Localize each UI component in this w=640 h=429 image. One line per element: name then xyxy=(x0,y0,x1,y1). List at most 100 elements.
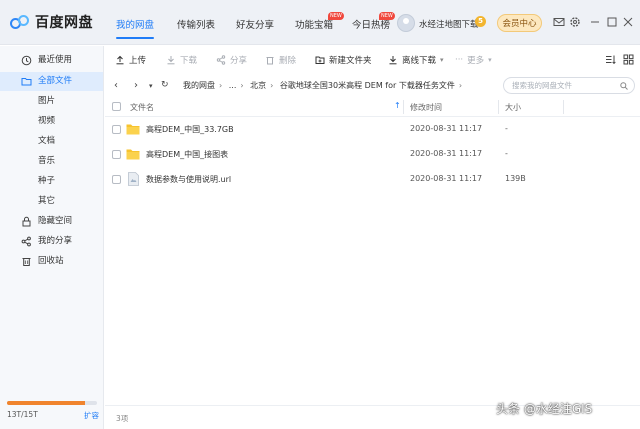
search-icon[interactable] xyxy=(620,82,628,90)
download-label: 下载 xyxy=(180,56,198,66)
sidebar-item-all-files[interactable]: 全部文件 xyxy=(0,72,103,91)
file-size: - xyxy=(505,124,508,133)
sidebar-item-images[interactable]: 图片 xyxy=(0,92,103,111)
sidebar-item-my-shares[interactable]: 我的分享 xyxy=(0,232,103,251)
sidebar-item-label: 音乐 xyxy=(38,156,56,166)
select-all-checkbox[interactable] xyxy=(112,102,121,111)
search-box[interactable] xyxy=(503,77,635,94)
minimize-icon[interactable] xyxy=(589,16,601,28)
sidebar-item-videos[interactable]: 视频 xyxy=(0,112,103,131)
file-size: 139B xyxy=(505,174,526,183)
expand-storage-link[interactable]: 扩容 xyxy=(84,410,99,421)
sidebar-item-recycle-bin[interactable]: 回收站 xyxy=(0,252,103,271)
app-name: 百度网盘 xyxy=(35,15,93,31)
sidebar-item-torrents[interactable]: 种子 xyxy=(0,172,103,191)
tab-friend-share[interactable]: 好友分享 xyxy=(236,17,274,31)
breadcrumb: 我的网盘 › ... › 北京 › 谷歌地球全国30米高程 DEM for 下载器任务… xyxy=(183,80,466,91)
share-button[interactable]: 分享 xyxy=(216,54,247,66)
trash-icon xyxy=(266,57,274,65)
grid-view-icon[interactable] xyxy=(623,54,634,65)
column-header-size[interactable]: 大小 xyxy=(505,102,521,113)
username[interactable]: 水经注地图下载 xyxy=(419,18,479,30)
sidebar-item-label: 文档 xyxy=(38,136,56,146)
sidebar-item-label: 回收站 xyxy=(38,256,64,266)
watermark-text: 头条 @水经注GIS xyxy=(496,402,593,416)
file-modified-time: 2020-08-31 11:17 xyxy=(410,124,483,133)
trash-icon xyxy=(22,258,31,266)
breadcrumb-bar: ‹ › ▾ ↻ 我的网盘 › ... › 北京 › 谷歌地球全国30米高程 DEM f… xyxy=(105,75,640,97)
sidebar-item-documents[interactable]: 文档 xyxy=(0,132,103,151)
file-modified-time: 2020-08-31 11:17 xyxy=(410,149,483,158)
search-input[interactable] xyxy=(504,78,620,93)
file-size: - xyxy=(505,149,508,158)
app-logo[interactable]: 百度网盘 xyxy=(10,12,93,32)
table-row[interactable]: 高程DEM_中国_33.7GB 2020-08-31 11:17 - xyxy=(105,117,640,142)
breadcrumb-separator: › xyxy=(270,81,274,90)
avatar[interactable] xyxy=(397,14,415,32)
breadcrumb-item[interactable]: ... xyxy=(229,81,237,90)
mail-icon[interactable] xyxy=(553,16,565,28)
vip-center-button[interactable]: 会员中心 xyxy=(497,14,542,32)
back-arrow-icon[interactable]: ‹ xyxy=(114,80,118,91)
row-checkbox[interactable] xyxy=(112,125,121,134)
sidebar-item-label: 视频 xyxy=(38,116,56,126)
sidebar-item-label: 全部文件 xyxy=(38,76,73,86)
delete-label: 删除 xyxy=(279,56,297,66)
sidebar-item-label: 最近使用 xyxy=(38,55,73,65)
folder-icon xyxy=(21,78,32,86)
upload-label: 上传 xyxy=(129,56,147,66)
row-checkbox[interactable] xyxy=(112,150,121,159)
sidebar-item-label: 其它 xyxy=(38,196,56,206)
clock-icon xyxy=(21,55,32,66)
breadcrumb-item[interactable]: 北京 xyxy=(250,81,266,90)
sidebar-item-label: 种子 xyxy=(38,176,56,186)
row-checkbox[interactable] xyxy=(112,175,121,184)
file-name[interactable]: 高程DEM_中国_接图表 xyxy=(146,149,228,160)
breadcrumb-item[interactable]: 我的网盘 xyxy=(183,81,215,90)
file-name[interactable]: 高程DEM_中国_33.7GB xyxy=(146,124,234,135)
maximize-icon[interactable] xyxy=(606,16,618,28)
column-divider xyxy=(498,100,499,114)
tab-my-netdisk[interactable]: 我的网盘 xyxy=(116,17,154,31)
top-bar: 百度网盘 我的网盘 传输列表 好友分享 功能宝箱 NEW 今日热榜 NEW 水经… xyxy=(0,0,640,45)
folder-icon xyxy=(126,124,140,135)
new-badge: NEW xyxy=(328,12,344,20)
table-row[interactable]: 高程DEM_中国_接图表 2020-08-31 11:17 - xyxy=(105,142,640,167)
folder-icon xyxy=(126,149,140,160)
gear-icon[interactable] xyxy=(569,16,581,28)
sidebar: 最近使用 全部文件 图片 视频 文档 音乐 种子 其它 隐藏空间 我的分享 回收… xyxy=(0,46,104,429)
more-button[interactable]: ··· 更多 ▾ xyxy=(455,54,492,66)
refresh-icon[interactable]: ↻ xyxy=(161,80,169,90)
new-folder-button[interactable]: 新建文件夹 xyxy=(315,54,372,66)
offline-download-icon xyxy=(389,56,397,65)
sort-list-icon[interactable] xyxy=(605,54,616,65)
sort-arrow-icon[interactable]: ↑ xyxy=(394,101,401,110)
delete-button[interactable]: 删除 xyxy=(265,54,296,66)
more-dots-icon: ··· xyxy=(455,55,464,65)
table-row[interactable]: 数据参数与使用说明.url 2020-08-31 11:17 139B xyxy=(105,167,640,192)
url-file-icon xyxy=(128,172,139,186)
tab-transfer-list[interactable]: 传输列表 xyxy=(177,17,215,31)
vip-level-badge: 5 xyxy=(475,16,486,27)
offline-download-button[interactable]: 离线下载 ▾ xyxy=(388,54,444,66)
sidebar-item-recent[interactable]: 最近使用 xyxy=(0,51,103,70)
file-name[interactable]: 数据参数与使用说明.url xyxy=(146,174,231,185)
upload-button[interactable]: 上传 xyxy=(115,54,146,66)
sidebar-item-label: 我的分享 xyxy=(38,236,73,246)
column-header-name[interactable]: 文件名 xyxy=(130,102,154,113)
sidebar-item-hidden-space[interactable]: 隐藏空间 xyxy=(0,212,103,231)
table-header: 文件名 ↑ 修改时间 大小 xyxy=(105,97,640,117)
column-header-modified[interactable]: 修改时间 xyxy=(410,102,442,113)
close-icon[interactable] xyxy=(622,16,634,28)
offline-download-label: 离线下载 xyxy=(402,56,437,66)
breadcrumb-item[interactable]: 谷歌地球全国30米高程 DEM for 下载器任务文件 xyxy=(280,81,455,90)
item-count: 3项 xyxy=(116,414,129,423)
download-icon xyxy=(167,56,175,65)
download-button[interactable]: 下载 xyxy=(166,54,197,66)
breadcrumb-separator: › xyxy=(219,81,223,90)
forward-arrow-icon[interactable]: › xyxy=(134,80,138,91)
sidebar-item-music[interactable]: 音乐 xyxy=(0,152,103,171)
history-dropdown-icon[interactable]: ▾ xyxy=(149,82,153,90)
column-divider xyxy=(563,100,564,114)
sidebar-item-others[interactable]: 其它 xyxy=(0,192,103,211)
